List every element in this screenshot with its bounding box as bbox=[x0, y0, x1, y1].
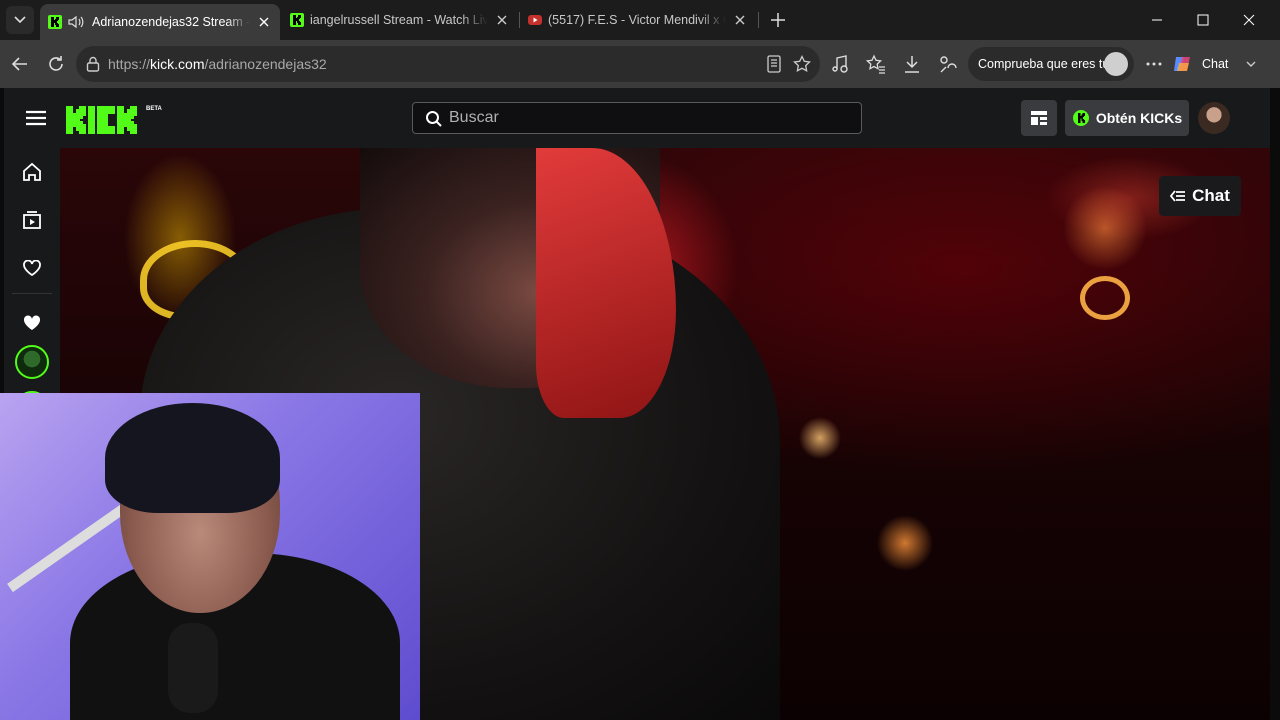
kick-logo[interactable]: BETA bbox=[66, 102, 166, 134]
streamer-hair bbox=[105, 403, 280, 513]
streamer-webcam-overlay bbox=[0, 393, 420, 720]
media-control-icon[interactable] bbox=[828, 52, 852, 76]
extensions-icon[interactable] bbox=[936, 52, 960, 76]
close-tab-icon[interactable] bbox=[494, 12, 510, 28]
downloads-icon[interactable] bbox=[900, 52, 924, 76]
tab-victor-mendivil[interactable]: (5517) F.E.S - Victor Mendivil x Oneal bbox=[520, 4, 756, 36]
profile-verify-button[interactable]: Comprueba que eres tú bbox=[968, 47, 1134, 81]
copilot-icon bbox=[1174, 57, 1190, 71]
chevron-down-icon bbox=[14, 16, 26, 24]
plus-icon bbox=[771, 13, 785, 27]
browse-icon[interactable] bbox=[20, 208, 44, 232]
search-box[interactable] bbox=[412, 102, 862, 134]
copilot-label: Chat bbox=[1202, 57, 1229, 71]
sidebar-divider bbox=[12, 293, 52, 294]
hamburger-menu-icon[interactable] bbox=[24, 108, 48, 128]
tab-title: Adrianozendejas32 Stream - Watch Live on… bbox=[92, 15, 250, 29]
tab-separator bbox=[758, 12, 759, 28]
url-text: https://kick.com/adrianozendejas32 bbox=[108, 56, 327, 72]
close-icon bbox=[1243, 14, 1255, 26]
tab-actions-menu-button[interactable] bbox=[6, 6, 34, 34]
chat-expand-icon bbox=[1170, 190, 1186, 202]
copilot-chat-button[interactable]: Chat bbox=[1172, 47, 1272, 81]
microphone bbox=[168, 623, 218, 713]
close-tab-icon[interactable] bbox=[256, 14, 272, 30]
browse-button[interactable] bbox=[1021, 100, 1057, 136]
user-avatar[interactable] bbox=[1198, 102, 1230, 134]
tab-iangelrussell[interactable]: iangelrussell Stream - Watch Live on Kic… bbox=[282, 4, 518, 36]
minimize-icon bbox=[1152, 19, 1162, 21]
speaker-icon[interactable] bbox=[68, 15, 86, 29]
kick-icon bbox=[48, 15, 62, 29]
followed-channel-avatar[interactable] bbox=[15, 345, 49, 379]
kick-header: BETA Obtén KICKs bbox=[4, 88, 1270, 148]
get-kicks-button[interactable]: Obtén KICKs bbox=[1065, 100, 1189, 136]
followed-channels-heart-icon bbox=[20, 311, 44, 335]
search-icon bbox=[426, 111, 442, 127]
close-tab-icon[interactable] bbox=[732, 12, 748, 28]
browser-tab-strip: Adrianozendejas32 Stream - Watch Live on… bbox=[0, 0, 1280, 40]
close-window-button[interactable] bbox=[1226, 0, 1272, 40]
lock-icon[interactable] bbox=[86, 56, 100, 72]
refresh-icon bbox=[49, 56, 63, 71]
verify-label: Comprueba que eres tú bbox=[978, 57, 1110, 71]
tab-title: iangelrussell Stream - Watch Live on Kic… bbox=[310, 13, 488, 27]
browse-grid-icon bbox=[1031, 111, 1047, 125]
back-button[interactable] bbox=[8, 52, 32, 76]
reading-view-icon[interactable] bbox=[764, 54, 784, 74]
chat-toggle-label: Chat bbox=[1192, 186, 1230, 205]
svg-text:BETA: BETA bbox=[146, 106, 163, 112]
minimize-button[interactable] bbox=[1134, 0, 1180, 40]
kick-icon bbox=[290, 13, 304, 27]
chat-toggle-button[interactable]: Chat bbox=[1159, 176, 1241, 216]
home-icon[interactable] bbox=[20, 160, 44, 184]
get-kicks-label: Obtén KICKs bbox=[1095, 110, 1183, 126]
neon-heart-decoration bbox=[1080, 276, 1130, 320]
tab-adrianozendejas32[interactable]: Adrianozendejas32 Stream - Watch Live on… bbox=[40, 4, 280, 40]
address-bar[interactable]: https://kick.com/adrianozendejas32 bbox=[76, 46, 820, 82]
search-input[interactable] bbox=[449, 107, 849, 129]
kicks-coin-icon bbox=[1072, 110, 1089, 126]
chevron-down-icon[interactable] bbox=[1246, 61, 1256, 67]
tab-title: (5517) F.E.S - Victor Mendivil x Oneal bbox=[548, 13, 726, 27]
more-options-icon[interactable] bbox=[1142, 52, 1166, 76]
favorites-icon[interactable] bbox=[864, 52, 888, 76]
favorite-star-icon[interactable] bbox=[792, 54, 812, 74]
maximize-button[interactable] bbox=[1180, 0, 1226, 40]
profile-avatar bbox=[1104, 52, 1128, 76]
maximize-icon bbox=[1197, 14, 1209, 26]
new-tab-button[interactable] bbox=[766, 8, 790, 32]
reload-button[interactable] bbox=[44, 52, 68, 76]
following-heart-icon[interactable] bbox=[20, 256, 44, 280]
youtube-icon bbox=[528, 15, 542, 25]
arrow-left-icon bbox=[11, 57, 27, 71]
browser-toolbar: https://kick.com/adrianozendejas32 Compr… bbox=[0, 40, 1280, 88]
